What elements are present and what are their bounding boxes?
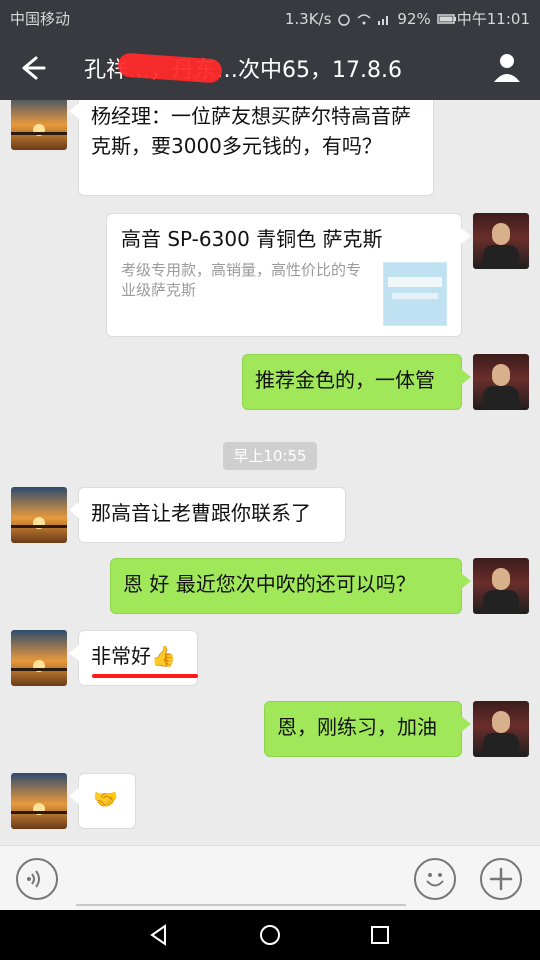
arrow-left-icon[interactable] bbox=[16, 52, 48, 84]
avatar-contact[interactable] bbox=[11, 487, 67, 543]
user-icon[interactable] bbox=[490, 50, 524, 84]
smile-icon[interactable] bbox=[414, 858, 456, 900]
link-card[interactable]: 高音 SP-6300 青铜色 萨克斯 考级专用款，高销量，高性价比的专业级萨克斯 bbox=[106, 213, 471, 337]
avatar-body bbox=[483, 733, 519, 757]
avatar-body bbox=[483, 590, 519, 614]
avatar-face bbox=[492, 568, 510, 590]
chat-header: 孔祥…，丹东…次中65，17.8.6 bbox=[0, 34, 540, 100]
message-text: 杨经理：一位萨友想买萨尔特高音萨克斯，要3000多元钱的，有吗？ bbox=[91, 104, 411, 158]
plus-icon[interactable] bbox=[480, 858, 522, 900]
wifi-icon bbox=[357, 12, 371, 26]
card-thumbnail bbox=[383, 262, 447, 326]
red-underline-annotation bbox=[92, 674, 198, 678]
avatar-pier bbox=[11, 132, 67, 135]
status-bar: 中国移动 1.3K/s 92% 中午11:01 bbox=[0, 0, 540, 34]
avatar-face bbox=[492, 364, 510, 386]
avatar-self[interactable] bbox=[473, 558, 529, 614]
card-title: 高音 SP-6300 青铜色 萨克斯 bbox=[121, 227, 383, 251]
avatar-self[interactable] bbox=[473, 213, 529, 269]
nav-back-icon[interactable] bbox=[146, 922, 172, 948]
message-bubble[interactable]: 那高音让老曹跟你联系了 bbox=[69, 487, 346, 543]
message-bubble[interactable]: 恩，刚练习，加油 bbox=[264, 701, 471, 757]
avatar-pier bbox=[11, 668, 67, 671]
input-bar bbox=[0, 845, 540, 911]
alarm-icon bbox=[337, 12, 351, 26]
thumb-bar bbox=[392, 293, 438, 299]
battery-icon bbox=[437, 12, 456, 26]
avatar-contact[interactable] bbox=[11, 100, 67, 150]
message-input[interactable] bbox=[76, 904, 406, 906]
signal-icon bbox=[377, 12, 391, 26]
message-bubble[interactable]: 推荐金色的，一体管 bbox=[242, 354, 471, 410]
message-bubble[interactable]: 恩 好 最近您次中吹的还可以吗？ bbox=[110, 558, 471, 614]
message-text: 恩，刚练习，加油 bbox=[277, 715, 437, 739]
message-text: 那高音让老曹跟你联系了 bbox=[91, 501, 311, 525]
android-nav-bar bbox=[0, 910, 540, 960]
thumb-bar bbox=[388, 277, 442, 287]
chat-area[interactable]: 杨经理：一位萨友想买萨尔特高音萨克斯，要3000多元钱的，有吗？ 高音 SP-6… bbox=[0, 100, 540, 845]
avatar-body bbox=[483, 245, 519, 269]
avatar-self[interactable] bbox=[473, 701, 529, 757]
message-text: 恩 好 最近您次中吹的还可以吗？ bbox=[123, 572, 416, 596]
avatar-contact[interactable] bbox=[11, 773, 67, 829]
avatar-self[interactable] bbox=[473, 354, 529, 410]
carrier: 中国移动 bbox=[10, 10, 71, 28]
avatar-pier bbox=[11, 811, 67, 814]
nav-home-icon[interactable] bbox=[257, 922, 283, 948]
clock: 中午11:01 bbox=[456, 10, 530, 28]
message-text: 🤝 bbox=[93, 787, 118, 811]
avatar-contact[interactable] bbox=[11, 630, 67, 686]
avatar-face bbox=[492, 711, 510, 733]
status-right: 1.3K/s 92% 中午11:01 bbox=[285, 8, 530, 29]
avatar-body bbox=[483, 386, 519, 410]
card-description: 考级专用款，高销量，高性价比的专业级萨克斯 bbox=[121, 261, 362, 299]
network-speed: 1.3K/s bbox=[284, 9, 332, 28]
avatar-pier bbox=[11, 525, 67, 528]
message-text: 非常好👍 bbox=[91, 644, 176, 668]
message-text: 推荐金色的，一体管 bbox=[255, 368, 435, 392]
message-bubble[interactable]: 杨经理：一位萨友想买萨尔特高音萨克斯，要3000多元钱的，有吗？ bbox=[69, 100, 434, 196]
timestamp: 早上10:55 bbox=[223, 442, 317, 470]
nav-recents-icon[interactable] bbox=[367, 922, 393, 948]
message-bubble[interactable]: 🤝 bbox=[69, 773, 136, 829]
avatar-face bbox=[492, 223, 510, 245]
voice-icon[interactable] bbox=[16, 858, 58, 900]
battery-percent: 92% bbox=[397, 9, 431, 28]
